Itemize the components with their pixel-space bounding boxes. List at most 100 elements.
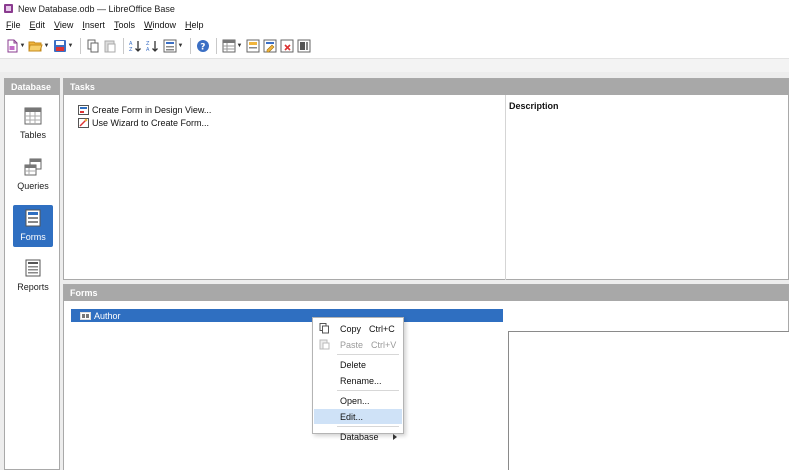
svg-text:A: A — [146, 47, 150, 53]
menu-edit[interactable]: Edit — [27, 20, 52, 30]
menu-help-label: Help — [184, 19, 204, 30]
delete-icon — [279, 38, 294, 53]
toolbar-separator — [190, 37, 191, 54]
context-menu-paste[interactable]: Paste Ctrl+V — [314, 337, 402, 352]
forms-panel: Forms Author — [63, 284, 789, 470]
svg-text:Z: Z — [129, 47, 133, 53]
title-bar: New Database.odb — LibreOffice Base — [0, 0, 789, 17]
database-item-queries[interactable]: Queries — [13, 154, 53, 196]
submenu-arrow-icon — [393, 434, 397, 440]
chevron-down-icon[interactable]: ▼ — [67, 38, 74, 53]
tasks-panel-header: Tasks — [64, 79, 788, 95]
queries-icon — [24, 158, 42, 178]
save-button[interactable]: ▼ — [52, 37, 74, 55]
new-icon — [4, 38, 19, 53]
menu-insert[interactable]: Insert — [79, 20, 111, 30]
libreoffice-base-icon — [4, 4, 13, 13]
sort-ascending-icon: AZ — [128, 38, 143, 53]
database-item-label: Queries — [17, 181, 49, 191]
delete-button[interactable] — [279, 37, 294, 55]
context-menu-shortcut: Ctrl+C — [369, 323, 395, 334]
report-button[interactable] — [245, 37, 260, 55]
context-menu-rename[interactable]: Rename... — [314, 373, 402, 388]
paste-button[interactable] — [102, 37, 117, 55]
rename-icon — [296, 38, 311, 53]
context-menu-separator — [337, 354, 399, 355]
database-item-reports[interactable]: Reports — [13, 255, 53, 297]
task-label: Use Wizard to Create Form... — [92, 117, 210, 128]
menu-window[interactable]: Window — [141, 20, 182, 30]
task-create-form-design-view[interactable]: Create Form in Design View... — [78, 103, 211, 116]
database-item-tables[interactable]: Tables — [13, 103, 53, 145]
form-preview — [508, 331, 789, 470]
database-item-label: Reports — [17, 282, 49, 292]
task-use-wizard-create-form[interactable]: Use Wizard to Create Form... — [78, 116, 211, 129]
chevron-down-icon[interactable]: ▼ — [19, 38, 26, 53]
menu-view[interactable]: View — [51, 20, 79, 30]
toolbar-separator — [216, 37, 217, 54]
database-panel-header: Database — [5, 79, 59, 95]
table-icon — [221, 38, 236, 53]
menu-tools[interactable]: Tools — [111, 20, 141, 30]
rename-button[interactable] — [296, 37, 311, 55]
copy-icon — [319, 323, 330, 334]
toolbar-separator — [123, 37, 124, 54]
menu-view-label: View — [54, 19, 74, 30]
context-menu-label: Open... — [340, 395, 370, 406]
copy-button[interactable] — [85, 37, 100, 55]
menu-edit-label: Edit — [29, 19, 46, 30]
database-panel: Database Tables Queries Forms Reports — [4, 78, 60, 470]
window-title: New Database.odb — LibreOffice Base — [18, 3, 175, 14]
context-menu-delete[interactable]: Delete — [314, 357, 402, 372]
sort-descending-icon: ZA — [145, 38, 160, 53]
table-button[interactable]: ▼ — [221, 37, 243, 55]
context-menu-label: Copy — [340, 323, 362, 334]
toolbar-stripe — [0, 58, 789, 72]
form-icon — [162, 38, 177, 53]
task-label: Create Form in Design View... — [92, 104, 212, 115]
tasks-splitter[interactable] — [505, 95, 506, 280]
form-design-icon — [78, 104, 89, 115]
sort-descending-button[interactable]: ZA — [145, 37, 160, 55]
context-menu-separator — [337, 426, 399, 427]
edit-icon — [262, 38, 277, 53]
forms-icon — [24, 209, 42, 229]
context-menu-open[interactable]: Open... — [314, 393, 402, 408]
context-menu-label: Delete — [340, 359, 367, 370]
menu-bar: File Edit View Insert Tools Window Help — [0, 17, 789, 32]
forms-panel-header: Forms — [64, 285, 788, 301]
form-button[interactable]: ▼ — [162, 37, 184, 55]
task-list: Create Form in Design View... Use Wizard… — [78, 103, 211, 129]
svg-text:?: ? — [200, 42, 205, 52]
context-menu-database[interactable]: Database — [314, 429, 402, 444]
save-icon — [52, 38, 67, 53]
menu-help[interactable]: Help — [182, 20, 210, 30]
chevron-down-icon[interactable]: ▼ — [43, 38, 50, 53]
database-item-label: Forms — [20, 232, 46, 242]
new-button[interactable]: ▼ — [4, 37, 26, 55]
context-menu-label: Paste — [340, 339, 364, 350]
tasks-panel: Tasks Create Form in Design View... Use … — [63, 78, 789, 280]
help-button[interactable]: ? — [195, 37, 210, 55]
open-button[interactable]: ▼ — [28, 37, 50, 55]
context-menu-copy[interactable]: Copy Ctrl+C — [314, 321, 402, 336]
wizard-icon — [78, 117, 89, 128]
menu-tools-label: Tools — [113, 19, 135, 30]
sort-ascending-button[interactable]: AZ — [128, 37, 143, 55]
menu-window-label: Window — [143, 19, 176, 30]
paste-icon — [319, 339, 330, 350]
form-item-label: Author — [94, 310, 121, 321]
tables-icon — [24, 107, 42, 127]
context-menu-edit[interactable]: Edit... — [314, 409, 402, 424]
menu-file[interactable]: File — [3, 20, 27, 30]
context-menu: Copy Ctrl+C Paste Ctrl+V Delete Rename..… — [312, 317, 404, 442]
report-icon — [245, 38, 260, 53]
edit-button[interactable] — [262, 37, 277, 55]
database-item-forms[interactable]: Forms — [13, 205, 53, 247]
chevron-down-icon[interactable]: ▼ — [236, 38, 243, 53]
chevron-down-icon[interactable]: ▼ — [177, 38, 184, 53]
context-menu-shortcut: Ctrl+V — [371, 339, 397, 350]
description-label: Description — [509, 101, 559, 111]
form-item-author[interactable]: Author — [71, 309, 503, 322]
help-icon: ? — [195, 38, 210, 53]
